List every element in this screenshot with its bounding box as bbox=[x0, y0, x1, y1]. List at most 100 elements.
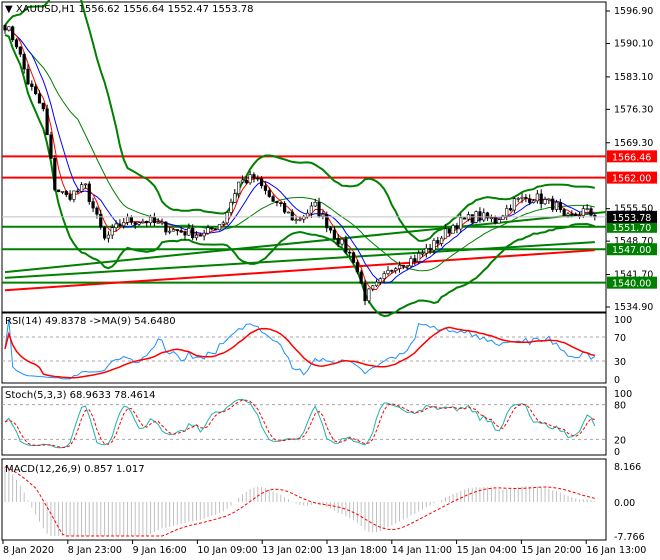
candle-body bbox=[168, 230, 172, 233]
candle-body bbox=[118, 223, 122, 227]
rsi-tick-label: 100 bbox=[614, 315, 632, 326]
candle-body bbox=[263, 185, 268, 191]
price-tick-label: 1576.30 bbox=[614, 104, 653, 115]
candle-body bbox=[76, 190, 80, 193]
candle-body bbox=[30, 83, 34, 87]
candle-body bbox=[267, 190, 271, 197]
price-tick-label: 1534.90 bbox=[614, 302, 653, 313]
level-label: 1547.00 bbox=[612, 245, 651, 256]
price-tick-label: 1583.10 bbox=[614, 72, 653, 83]
candle-body bbox=[279, 202, 283, 204]
dropdown-arrow-icon[interactable]: ▼ bbox=[5, 4, 13, 15]
candle-body bbox=[351, 252, 356, 263]
candle-body bbox=[543, 199, 547, 205]
macd-label: MACD(12,26,9) 0.857 1.017 bbox=[5, 464, 145, 475]
candle-body bbox=[164, 221, 168, 233]
candle-body bbox=[248, 174, 252, 184]
rsi-tick-label: 30 bbox=[614, 357, 626, 368]
candle-body bbox=[221, 222, 225, 225]
candle-body bbox=[91, 201, 95, 209]
candle-body bbox=[252, 174, 256, 179]
candle-body bbox=[11, 26, 15, 41]
candle-body bbox=[83, 183, 88, 186]
candle-body bbox=[294, 219, 298, 221]
candle-body bbox=[413, 258, 417, 262]
candle-body bbox=[37, 93, 42, 104]
candle-body bbox=[428, 247, 432, 251]
candle-body bbox=[290, 211, 294, 221]
candle-body bbox=[489, 217, 494, 220]
current-price-label: 1553.78 bbox=[612, 213, 651, 224]
candle-body bbox=[122, 222, 126, 227]
candle-body bbox=[417, 253, 421, 262]
stoch-label: Stoch(5,3,3) 68.9633 78.4614 bbox=[5, 390, 156, 401]
stoch-k-line bbox=[4, 398, 596, 449]
time-label: 15 Jan 20:00 bbox=[521, 545, 581, 556]
candle-body bbox=[233, 193, 237, 203]
candle-body bbox=[562, 209, 566, 216]
candle-body bbox=[589, 208, 593, 216]
candle-body bbox=[328, 227, 333, 231]
candle-body bbox=[179, 230, 183, 233]
candle-body bbox=[394, 268, 398, 271]
candle-body bbox=[160, 221, 164, 224]
candle-body bbox=[240, 179, 245, 183]
price-tick-label: 1590.10 bbox=[614, 38, 653, 49]
candle-body bbox=[137, 222, 141, 225]
candle-body bbox=[198, 234, 202, 237]
stoch-tick-label: 100 bbox=[614, 389, 632, 400]
candle-body bbox=[237, 181, 241, 195]
candle-body bbox=[493, 217, 497, 224]
candle-body bbox=[229, 201, 233, 213]
candle-body bbox=[382, 273, 386, 279]
candle-body bbox=[440, 237, 444, 244]
symbol-label: XAUUSD,H1 bbox=[15, 4, 76, 15]
rsi-label: RSI(14) 49.8378 ->MA(9) 54.6480 bbox=[5, 316, 176, 327]
candle-body bbox=[271, 196, 275, 202]
time-label: 13 Jan 02:00 bbox=[262, 545, 322, 556]
candle-body bbox=[305, 212, 310, 217]
stoch-tick-label: 20 bbox=[614, 435, 626, 446]
stoch-d-line bbox=[4, 399, 595, 449]
candle-body bbox=[367, 288, 371, 302]
candle-body bbox=[99, 213, 103, 228]
candle-body bbox=[133, 222, 137, 225]
time-label: 8 Jan 23:00 bbox=[68, 545, 122, 556]
candle-body bbox=[26, 68, 30, 85]
candle-body bbox=[145, 221, 149, 224]
candle-body bbox=[217, 224, 222, 231]
candle-body bbox=[53, 158, 57, 191]
price-tick-label: 1596.90 bbox=[614, 6, 653, 17]
candle-body bbox=[554, 201, 559, 210]
candle-body bbox=[225, 212, 229, 224]
time-label: 8 Jan 2020 bbox=[3, 545, 54, 556]
candle-body bbox=[462, 217, 467, 220]
candle-body bbox=[95, 207, 99, 215]
candle-body bbox=[72, 190, 76, 200]
candle-body bbox=[171, 229, 176, 232]
candle-body bbox=[141, 221, 145, 224]
chart-window[interactable]: 1596.90 1590.10 1583.10 1576.30 1569.30 1555.… bbox=[0, 0, 660, 560]
stoch-tick-label: 0 bbox=[614, 447, 620, 458]
chart-canvas[interactable]: 1596.901590.101583.101576.301569.301555.… bbox=[0, 0, 660, 560]
candle-body bbox=[110, 227, 114, 236]
candle-body bbox=[355, 262, 359, 273]
candle-body bbox=[524, 197, 528, 199]
candle-body bbox=[191, 227, 195, 239]
candle-body bbox=[60, 191, 65, 193]
candle-body bbox=[420, 252, 425, 255]
candle-body bbox=[531, 200, 536, 203]
candle-body bbox=[390, 270, 394, 272]
candle-body bbox=[114, 223, 118, 229]
candle-body bbox=[397, 264, 402, 269]
candle-body bbox=[148, 217, 153, 224]
candle-body bbox=[313, 201, 317, 207]
time-label: 16 Jan 13:00 bbox=[586, 545, 646, 556]
candle-body bbox=[551, 198, 555, 210]
candle-body bbox=[371, 285, 375, 290]
ohlc-values: 1556.62 1556.64 1552.47 1553.78 bbox=[78, 4, 254, 15]
candle-body bbox=[497, 219, 501, 224]
bollinger-lower bbox=[4, 33, 596, 318]
chart-header: ▼ XAUUSD,H1 1556.62 1556.64 1552.47 1553… bbox=[5, 4, 253, 15]
candle-body bbox=[187, 227, 191, 236]
